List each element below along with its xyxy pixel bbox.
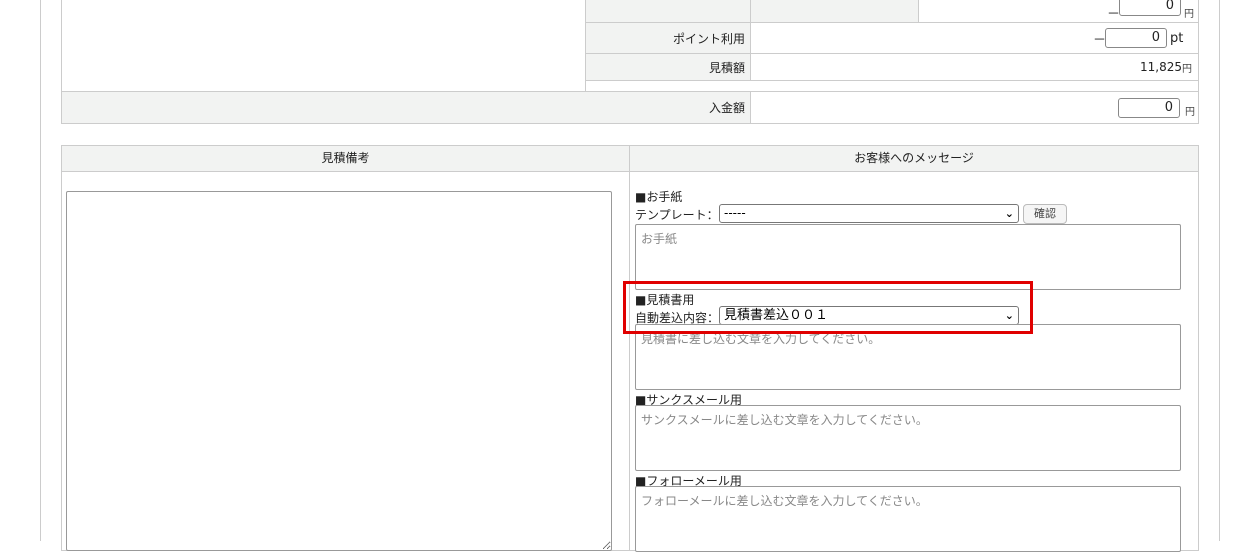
estimate-amount: 11,825 [1140, 60, 1182, 74]
gray-cell [750, 0, 919, 23]
unit: pt [1170, 31, 1184, 46]
template-select[interactable]: ----- ⌄ [719, 204, 1019, 223]
points-input[interactable]: 0 [1105, 28, 1167, 48]
points-cell: － 0 pt [750, 22, 1199, 54]
points-label: ポイント利用 [585, 22, 751, 54]
unit: 円 [1184, 9, 1194, 20]
deposit-input[interactable]: 0 [1118, 98, 1180, 118]
unit: 円 [1182, 63, 1192, 75]
panel-left-border [40, 0, 41, 541]
notes-textarea[interactable] [66, 191, 612, 551]
value-cell: － 0 円 [918, 0, 1199, 23]
chevron-down-icon: ⌄ [1004, 207, 1014, 220]
template-label: テンプレート： [635, 208, 719, 222]
estimate-label: 見積額 [585, 53, 751, 81]
message-header: お客様へのメッセージ [629, 145, 1199, 172]
panel-right-border [1219, 0, 1220, 541]
discount-input[interactable]: 0 [1119, 0, 1181, 16]
confirm-button[interactable]: 確認 [1023, 204, 1067, 224]
empty-cell [61, 0, 586, 92]
deposit-label: 入金額 [61, 91, 751, 124]
estimate-cell: 11,825 円 [750, 53, 1199, 81]
thanks-textarea[interactable]: サンクスメールに差し込む文章を入力してください。 [635, 405, 1181, 471]
deposit-cell: 0 円 [750, 91, 1199, 124]
highlight-box [623, 281, 1033, 334]
letter-title: ■お手紙 [635, 190, 683, 204]
label-cell [585, 0, 751, 23]
unit: 円 [1185, 107, 1195, 118]
follow-textarea[interactable]: フォローメールに差し込む文章を入力してください。 [635, 486, 1181, 552]
notes-header: 見積備考 [61, 145, 630, 172]
